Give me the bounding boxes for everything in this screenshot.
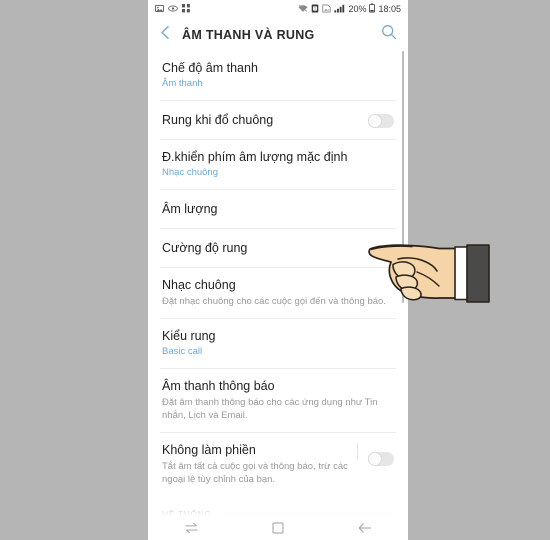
back-nav-button[interactable] [321,519,408,540]
list-item-subtitle: Tắt âm tất cả cuộc gọi và thông báo, trừ… [162,460,348,486]
toggle-knob [368,451,382,466]
list-item[interactable]: Chế độ âm thanh Âm thanh [148,51,408,100]
list-item-title: Kiểu rung [162,328,216,343]
search-icon [381,24,397,45]
back-button[interactable] [154,24,176,46]
status-bar: 1 20% 18:05 [148,0,408,18]
toggle-knob [368,114,382,128]
svg-text:1: 1 [314,6,316,10]
home-button[interactable] [235,519,322,540]
list-item[interactable]: Âm thanh thông báo Đặt âm thanh thông bá… [148,368,408,432]
clock-label: 18:05 [378,3,401,14]
eye-icon [168,0,178,18]
list-item-title: Không làm phiền [162,442,256,457]
list-item-title: Âm thanh thông báo [162,378,275,393]
sd-card-icon [322,3,332,15]
battery-percent-label: 20% [348,3,367,14]
wifi-icon [298,4,309,15]
toggle-switch-do-not-disturb[interactable] [368,451,394,466]
list-item[interactable]: Không làm phiền Tắt âm tất cả cuộc gọi v… [148,432,408,496]
back-arrow-icon [358,521,372,539]
recents-button[interactable] [148,519,235,540]
list-item[interactable]: Rung khi đổ chuông [148,101,408,139]
status-bar-right-icons: 1 20% 18:05 [298,3,401,15]
battery-icon [369,3,376,15]
list-item-subtitle: Đặt âm thanh thông báo cho các ứng dụng … [162,396,378,422]
app-bar: ÂM THANH VÀ RUNG [148,18,408,51]
page-title: ÂM THANH VÀ RUNG [182,27,315,42]
list-item-title: Cường độ rung [162,241,248,255]
sim-icon: 1 [311,3,319,15]
status-bar-left-icons [155,0,191,18]
pointing-hand-icon [365,228,490,310]
toggle-separator [357,442,358,459]
chevron-left-icon [159,25,172,45]
list-item-title: Âm lượng [162,202,218,216]
signal-icon [334,4,345,15]
list-item[interactable]: Kiểu rung Basic call [148,318,408,368]
navigation-bar [148,519,408,540]
list-item[interactable]: Đ.khiển phím âm lượng mặc định Nhạc chuô… [148,140,408,189]
list-item-subtitle: Đặt nhạc chuông cho các cuộc gọi đến và … [162,296,386,307]
apps-icon [182,0,191,18]
list-item[interactable]: Âm lượng [148,190,408,228]
list-item-subtitle: Âm thanh [162,78,203,89]
section-label: HỆ THỐNG [162,508,212,519]
list-item-subtitle: Nhạc chuông [162,167,218,178]
list-item-title: Chế độ âm thanh [162,61,258,75]
recents-icon [184,521,199,539]
search-button[interactable] [378,24,400,46]
image-icon [155,0,164,18]
list-item-title: Nhạc chuông [162,278,236,292]
toggle-switch-vibrate-on-ring[interactable] [368,114,394,128]
list-item-title: Đ.khiển phím âm lượng mặc định [162,150,348,164]
section-header-system: HỆ THỐNG [148,496,408,520]
home-square-icon [272,521,284,539]
section-rule [220,513,394,514]
list-item-title: Rung khi đổ chuông [162,113,274,127]
list-item-subtitle: Basic call [162,345,203,357]
